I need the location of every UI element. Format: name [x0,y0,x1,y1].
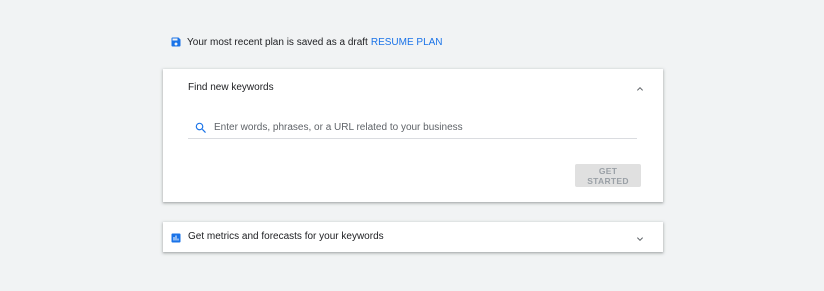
keyword-search-input[interactable] [214,122,614,133]
metrics-forecasts-title: Get metrics and forecasts for your keywo… [188,231,384,242]
keyword-search-field[interactable] [188,117,637,139]
metrics-forecasts-card[interactable]: Get metrics and forecasts for your keywo… [163,222,663,252]
resume-plan-link[interactable]: RESUME PLAN [371,37,443,48]
chevron-up-icon[interactable] [634,82,646,94]
find-keywords-card: Find new keywords GET STARTED [163,69,663,202]
search-icon [194,121,208,135]
chevron-down-icon[interactable] [634,232,646,244]
find-keywords-title: Find new keywords [188,82,274,93]
save-icon [170,36,182,48]
draft-notice-text: Your most recent plan is saved as a draf… [187,36,368,48]
draft-notice: Your most recent plan is saved as a draf… [170,34,443,50]
bar-chart-icon [170,231,182,243]
get-started-button[interactable]: GET STARTED [575,164,641,187]
